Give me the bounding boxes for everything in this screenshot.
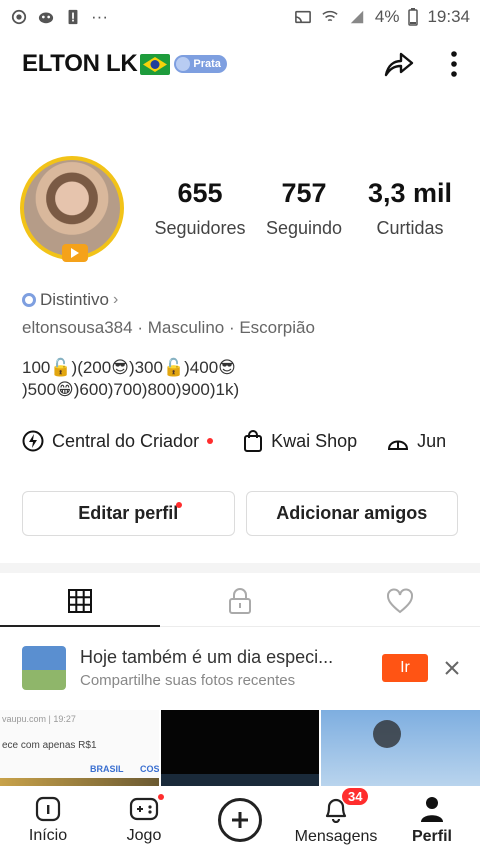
share-icon[interactable] xyxy=(382,49,414,79)
bio-line-2: )500😁)600)700)800)900)1k) xyxy=(22,380,240,399)
profile-actions: Editar perfil Adicionar amigos xyxy=(22,491,458,536)
section-divider xyxy=(0,563,480,573)
bio-line-1: 100🔓)(200😎)300🔓)400😎 xyxy=(22,358,236,377)
thumbnail-text: vaupu.com | 19:27 xyxy=(2,714,76,724)
home-icon xyxy=(35,796,61,821)
signal-icon xyxy=(350,10,364,24)
banner-subtitle: Compartilhe suas fotos recentes xyxy=(80,672,296,689)
whatsapp-icon xyxy=(11,9,27,25)
nav-home[interactable]: Início xyxy=(0,786,96,854)
thumbnail-text: ece com apenas R$1 xyxy=(2,740,97,751)
link-jun[interactable]: Jun xyxy=(387,431,446,452)
badge-hexagon-icon xyxy=(22,293,36,307)
badge-link-label: Distintivo xyxy=(40,290,109,309)
tab-private[interactable] xyxy=(160,575,320,626)
video-thumbnail[interactable] xyxy=(160,710,320,790)
badge-link[interactable]: Distintivo › xyxy=(22,290,118,310)
edit-profile-label: Editar perfil xyxy=(78,503,179,523)
profile-bio: 100🔓)(200😎)300🔓)400😎 )500😁)600)700)800)9… xyxy=(22,357,322,401)
link-jun-label: Jun xyxy=(417,430,447,451)
nav-messages[interactable]: 34 Mensagens xyxy=(288,786,384,854)
link-creator-center[interactable]: Central do Criador xyxy=(22,430,214,452)
brazil-flag-icon xyxy=(140,53,171,75)
profile-meta: eltonsousa384 · Masculino · Escorpião xyxy=(22,318,315,337)
cast-icon xyxy=(294,10,311,24)
banner-title: Hoje também é um dia especi... xyxy=(80,647,334,667)
stat-following-label: Seguindo xyxy=(265,218,343,238)
add-friends-label: Adicionar amigos xyxy=(276,503,428,523)
stat-likes[interactable]: 3,3 mil Curtidas xyxy=(356,178,464,239)
lock-icon xyxy=(229,587,251,614)
close-icon[interactable] xyxy=(444,660,460,676)
notification-dot xyxy=(207,438,214,444)
more-notifications: ··· xyxy=(91,7,108,26)
avatar-container[interactable] xyxy=(20,156,128,268)
battery-percent: 4% xyxy=(374,7,400,26)
nav-profile[interactable]: Perfil xyxy=(384,786,480,854)
notification-dot xyxy=(158,794,164,800)
more-vertical-icon[interactable] xyxy=(450,50,458,78)
lightning-icon xyxy=(22,430,44,452)
battery-icon xyxy=(408,8,419,26)
tab-liked[interactable] xyxy=(320,575,480,626)
thumbnail-text: COS xyxy=(140,764,159,774)
nav-create[interactable] xyxy=(192,786,288,854)
banner-go-button[interactable]: Ir xyxy=(382,654,428,682)
stat-followers-value: 655 xyxy=(177,178,223,208)
stat-following[interactable]: 757 Seguindo xyxy=(252,178,356,239)
thumbnail-text: BRASIL xyxy=(90,764,124,774)
chevron-right-icon: › xyxy=(112,291,119,308)
rank-badge-label: Prata xyxy=(193,58,221,70)
nav-games-label: Jogo xyxy=(126,826,162,844)
status-bar: ··· 4% 19:34 xyxy=(0,0,480,34)
messages-count-badge: 34 xyxy=(342,788,369,805)
bottom-navigation: Início Jogo 34 Mensagens Perfil xyxy=(0,786,480,854)
person-icon xyxy=(421,796,443,822)
username: ELTON LK xyxy=(22,50,138,77)
notification-dot xyxy=(175,502,182,508)
content-tabs xyxy=(0,575,480,627)
gamepad-icon xyxy=(129,797,159,820)
link-kwai-shop-label: Kwai Shop xyxy=(271,430,358,451)
share-photos-banner[interactable]: Hoje também é um dia especi... Compartil… xyxy=(22,640,460,696)
avatar-video-badge-icon xyxy=(62,244,88,262)
grid-icon xyxy=(68,588,92,613)
thumbnail-plane-icon xyxy=(373,720,402,748)
stat-likes-value: 3,3 mil xyxy=(367,178,453,208)
edit-profile-button[interactable]: Editar perfil xyxy=(22,491,235,536)
rank-badge[interactable]: Prata xyxy=(174,55,227,73)
banner-thumbnail xyxy=(22,646,66,690)
tab-posts[interactable] xyxy=(0,575,160,627)
stat-followers[interactable]: 655 Seguidores xyxy=(148,178,252,239)
link-creator-center-label: Central do Criador xyxy=(52,430,200,451)
video-thumbnail[interactable]: vaupu.com | 19:27 ece com apenas R$1 BRA… xyxy=(0,710,159,790)
add-friends-button[interactable]: Adicionar amigos xyxy=(245,491,458,536)
heart-icon xyxy=(387,588,413,613)
stat-following-value: 757 xyxy=(281,178,327,208)
nav-games[interactable]: Jogo xyxy=(96,786,192,854)
video-grid: vaupu.com | 19:27 ece com apenas R$1 BRA… xyxy=(0,710,480,790)
wifi-icon xyxy=(322,10,338,22)
profile-stats: 655 Seguidores 757 Seguindo 3,3 mil Curt… xyxy=(148,178,468,239)
alert-icon xyxy=(68,9,78,25)
clock: 19:34 xyxy=(427,7,470,26)
video-thumbnail[interactable] xyxy=(321,710,480,790)
link-kwai-shop[interactable]: Kwai Shop xyxy=(243,430,357,452)
tent-icon xyxy=(388,440,409,450)
nav-home-label: Início xyxy=(28,826,68,844)
profile-links-row: Central do Criador Kwai Shop Jun xyxy=(22,425,480,457)
profile-header: ELTON LK Prata xyxy=(0,40,480,88)
app-notification-icon xyxy=(38,12,54,24)
stat-followers-label: Seguidores xyxy=(154,218,246,238)
stat-likes-label: Curtidas xyxy=(376,218,444,238)
bag-icon xyxy=(244,430,263,452)
plus-icon xyxy=(218,798,262,842)
nav-messages-label: Mensagens xyxy=(294,827,378,845)
nav-profile-label: Perfil xyxy=(411,827,452,845)
rank-badge-icon xyxy=(176,57,191,71)
